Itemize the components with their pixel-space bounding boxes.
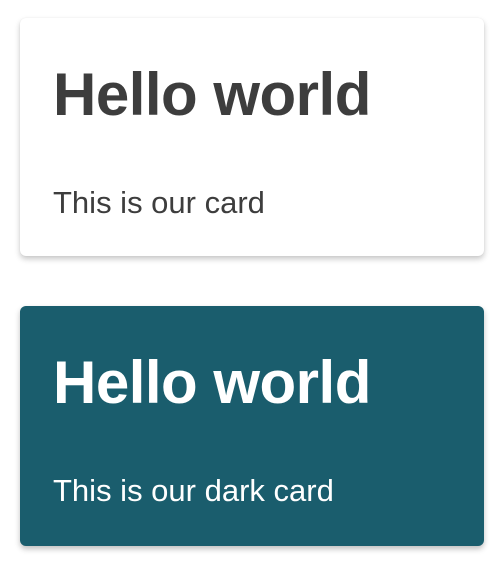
light-card-title: Hello world	[53, 61, 371, 128]
light-card: Hello world This is our card	[20, 18, 484, 256]
light-card-body: This is our card	[53, 185, 265, 220]
dark-card: Hello world This is our dark card	[20, 306, 484, 546]
dark-card-title: Hello world	[53, 349, 371, 416]
dark-card-body: This is our dark card	[53, 473, 334, 508]
